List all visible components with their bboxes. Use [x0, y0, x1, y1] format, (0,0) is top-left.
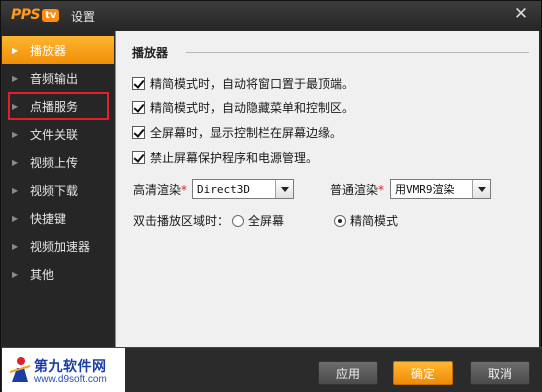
window-title: 设置	[71, 10, 96, 24]
checkbox-checked-icon[interactable]	[132, 100, 145, 114]
checkbox-checked-icon[interactable]	[132, 125, 145, 139]
chevron-right-icon: ▶	[12, 73, 19, 83]
chevron-right-icon: ▶	[12, 157, 19, 167]
chevron-right-icon: ▶	[12, 101, 19, 111]
logo-text: PPS	[11, 7, 41, 23]
sidebar-item-video-download[interactable]: ▶ 视频下载	[2, 176, 114, 204]
settings-window: PPS tv 设置 ✕ ▶ 播放器 ▶ 音频输出 ▶ 点播服务 ▶ 文件关联 ▶…	[0, 0, 542, 392]
normal-render-label-text: 普通渲染	[330, 183, 379, 197]
double-click-label: 双击播放区域时：	[133, 214, 230, 228]
chevron-right-icon: ▶	[12, 185, 19, 195]
pps-logo: PPS tv	[11, 7, 60, 23]
sidebar-item-player[interactable]: ▶ 播放器	[2, 36, 114, 64]
checkbox-label: 精简模式时，自动隐藏菜单和控制区。	[150, 100, 355, 115]
chevron-right-icon: ▶	[12, 241, 19, 251]
checkbox-disable-screensaver[interactable]: 禁止屏幕保护程序和电源管理。	[132, 148, 318, 166]
required-mark: *	[378, 183, 385, 197]
checkbox-compact-always-on-top[interactable]: 精简模式时，自动将窗口置于最顶端。	[132, 74, 354, 92]
chevron-right-icon: ▶	[12, 213, 19, 223]
radio-unselected-icon[interactable]	[232, 214, 244, 227]
hd-render-select[interactable]: Direct3D	[192, 179, 294, 199]
title-bar: PPS tv 设置 ✕	[1, 1, 541, 30]
footer-bar: 第九软件网 www.d9soft.com 应用 确定 取消	[2, 347, 542, 392]
sidebar-item-file-association[interactable]: ▶ 文件关联	[2, 120, 114, 148]
checkbox-checked-icon[interactable]	[132, 76, 145, 90]
section-divider	[186, 52, 529, 53]
chevron-down-icon[interactable]	[275, 180, 293, 198]
sidebar: ▶ 播放器 ▶ 音频输出 ▶ 点播服务 ▶ 文件关联 ▶ 视频上传 ▶ 视频下载…	[2, 31, 114, 347]
brand-figure-icon	[9, 357, 31, 382]
sidebar-item-label: 视频加速器	[30, 239, 91, 254]
logo-badge: tv	[42, 8, 60, 22]
sidebar-item-label: 点播服务	[30, 99, 79, 114]
watermark-logo: 第九软件网 www.d9soft.com	[2, 348, 125, 392]
hd-render-label: 高清渲染*	[133, 181, 187, 198]
chevron-right-icon: ▶	[12, 269, 19, 279]
hd-render-value: Direct3D	[197, 182, 250, 196]
checkbox-checked-icon[interactable]	[132, 150, 145, 164]
settings-panel: 播放器 精简模式时，自动将窗口置于最顶端。 精简模式时，自动隐藏菜单和控制区。 …	[115, 31, 539, 347]
checkbox-label: 全屏幕时，显示控制栏在屏幕边缘。	[150, 125, 343, 140]
sidebar-item-label: 快捷键	[30, 211, 67, 226]
sidebar-item-other[interactable]: ▶ 其他	[2, 260, 114, 288]
sidebar-item-vod-service[interactable]: ▶ 点播服务	[8, 92, 109, 120]
sidebar-item-shortcuts[interactable]: ▶ 快捷键	[2, 204, 114, 232]
normal-render-value: 用VMR9渲染	[395, 183, 455, 196]
sidebar-item-label: 文件关联	[30, 127, 79, 142]
section-title: 播放器	[132, 46, 169, 60]
sidebar-item-label: 视频上传	[30, 155, 79, 170]
radio-label: 全屏幕	[248, 214, 285, 228]
chevron-down-icon[interactable]	[472, 180, 490, 198]
radio-fullscreen[interactable]: 全屏幕	[232, 212, 284, 229]
sidebar-item-label: 音频输出	[30, 71, 79, 86]
sidebar-item-label: 播放器	[30, 43, 67, 58]
sidebar-item-video-upload[interactable]: ▶ 视频上传	[2, 148, 114, 176]
sidebar-item-audio-output[interactable]: ▶ 音频输出	[2, 64, 114, 92]
sidebar-item-label: 其他	[30, 267, 55, 282]
radio-compact-mode[interactable]: 精简模式	[334, 212, 398, 229]
apply-button[interactable]: 应用	[318, 361, 378, 385]
ok-button[interactable]: 确定	[393, 361, 453, 385]
radio-selected-icon[interactable]	[334, 214, 346, 227]
normal-render-select[interactable]: 用VMR9渲染	[390, 179, 491, 199]
checkbox-label: 禁止屏幕保护程序和电源管理。	[150, 150, 319, 165]
checkbox-compact-hide-menu[interactable]: 精简模式时，自动隐藏菜单和控制区。	[132, 98, 354, 116]
chevron-right-icon: ▶	[12, 129, 19, 139]
hd-render-label-text: 高清渲染	[133, 183, 182, 197]
normal-render-label: 普通渲染*	[330, 181, 384, 198]
sidebar-item-video-accelerator[interactable]: ▶ 视频加速器	[2, 232, 114, 260]
radio-label: 精简模式	[350, 214, 399, 228]
checkbox-fullscreen-controlbar[interactable]: 全屏幕时，显示控制栏在屏幕边缘。	[132, 123, 342, 141]
brand-name: 第九软件网	[34, 359, 107, 375]
brand-url: www.d9soft.com	[34, 374, 107, 385]
checkbox-label: 精简模式时，自动将窗口置于最顶端。	[150, 76, 355, 91]
sidebar-item-label: 视频下载	[30, 183, 79, 198]
chevron-right-icon: ▶	[12, 45, 19, 55]
cancel-button[interactable]: 取消	[470, 361, 530, 385]
required-mark: *	[181, 183, 188, 197]
close-icon[interactable]: ✕	[511, 4, 531, 24]
